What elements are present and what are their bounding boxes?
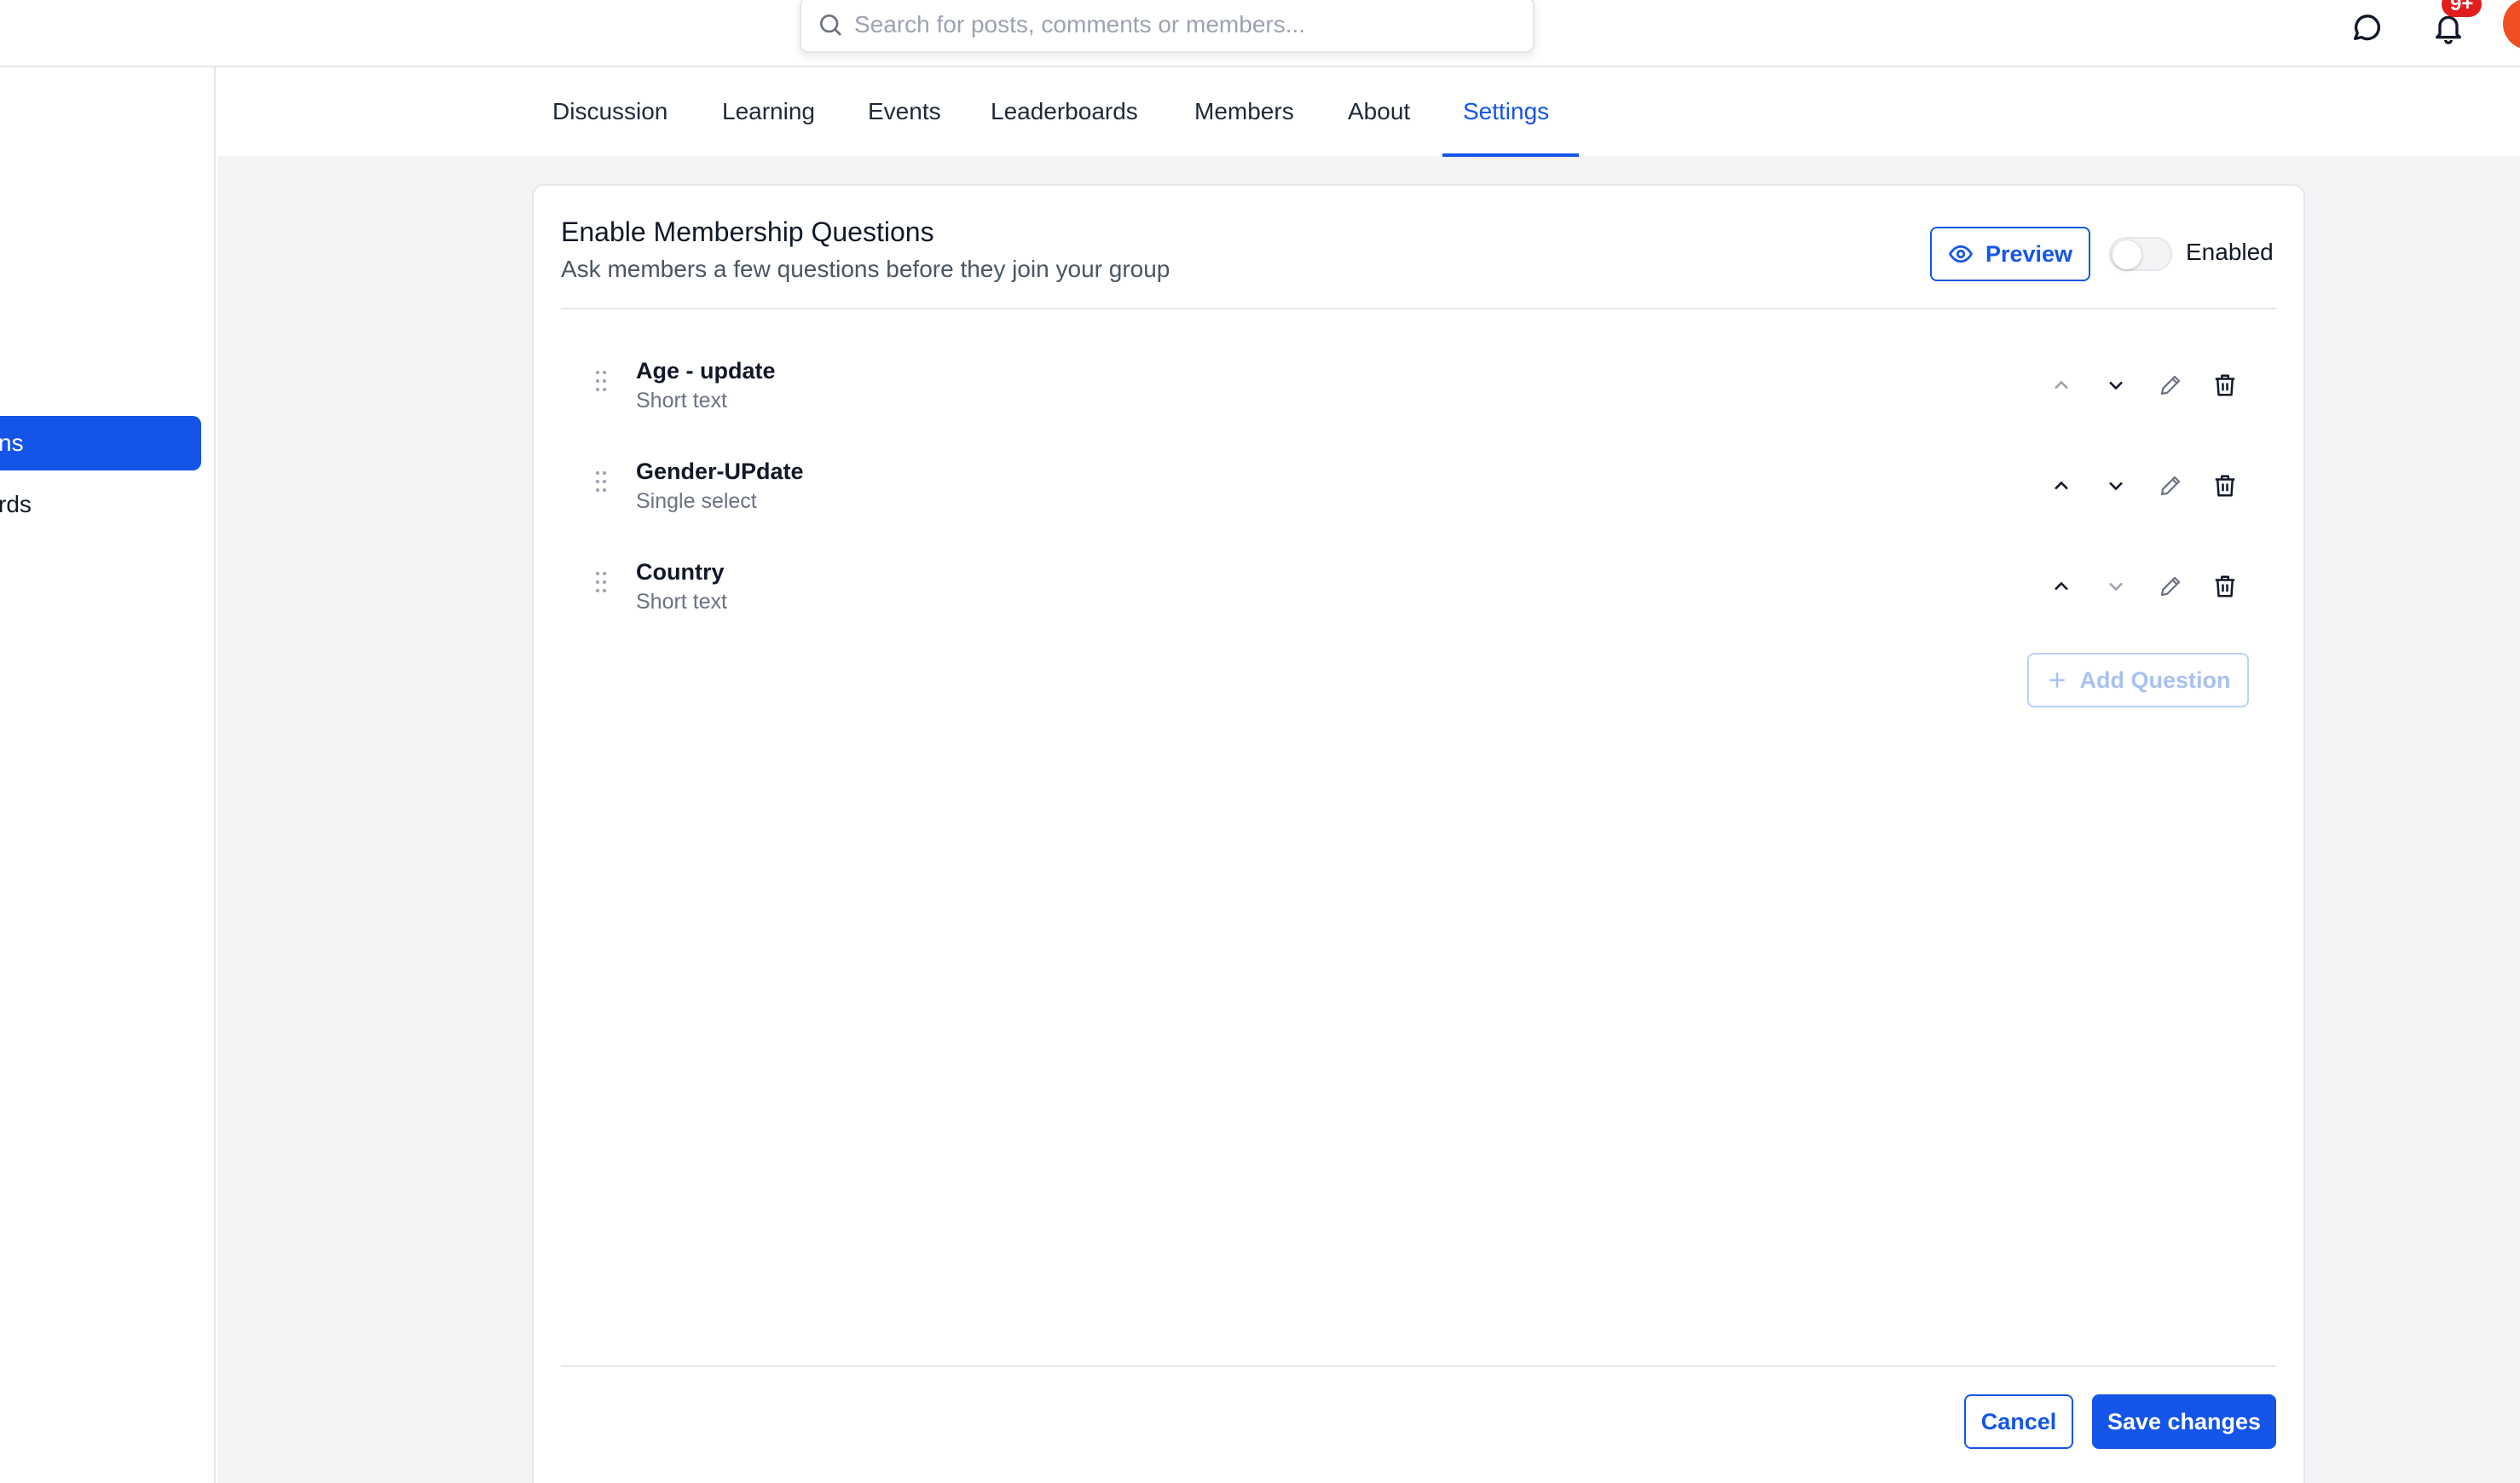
tab-learning[interactable]: Learning [722, 67, 815, 156]
pencil-icon [2160, 576, 2181, 597]
chat-button[interactable] [2343, 3, 2390, 51]
notification-badge: 9+ [2442, 0, 2482, 17]
sidebar-item-label: ns [0, 430, 24, 456]
drag-handle-icon[interactable] [595, 569, 607, 595]
tab-events[interactable]: Events [868, 67, 941, 156]
chevron-down-icon [2109, 482, 2123, 491]
drag-handle-icon[interactable] [595, 469, 607, 494]
search-bar[interactable] [800, 0, 1535, 53]
sidebar-item-leaderboards[interactable]: rds [0, 477, 201, 532]
move-down-button[interactable] [2097, 366, 2135, 404]
header-divider [561, 308, 2276, 309]
move-up-button[interactable] [2043, 467, 2080, 505]
chevron-down-icon [2109, 582, 2123, 591]
search-input[interactable] [854, 11, 1519, 38]
eye-icon [1948, 245, 1973, 263]
sidebar-item-membership-questions[interactable]: ns [0, 416, 201, 470]
footer-divider [561, 1365, 2276, 1367]
question-row: Age - update Short text [563, 343, 2251, 428]
cancel-button[interactable]: Cancel [1964, 1394, 2073, 1449]
question-title: Age - update [636, 358, 776, 384]
edit-button[interactable] [2152, 366, 2189, 404]
card-title: Enable Membership Questions [561, 216, 934, 247]
tab-settings[interactable]: Settings [1463, 67, 1549, 156]
delete-button[interactable] [2206, 568, 2244, 605]
tab-discussion[interactable]: Discussion [552, 67, 668, 156]
delete-button[interactable] [2206, 467, 2244, 505]
question-type: Short text [636, 389, 727, 413]
preview-button[interactable]: Preview [1930, 227, 2090, 281]
question-type: Single select [636, 489, 757, 513]
question-type: Short text [636, 590, 727, 614]
move-up-button[interactable] [2043, 366, 2080, 404]
chat-icon [2354, 14, 2380, 41]
card-subtitle: Ask members a few questions before they … [561, 256, 1170, 282]
edit-button[interactable] [2152, 568, 2189, 605]
move-up-button[interactable] [2043, 568, 2080, 605]
search-icon [820, 14, 841, 36]
chevron-up-icon [2055, 481, 2068, 490]
trash-icon [2215, 475, 2235, 497]
save-changes-button[interactable]: Save changes [2092, 1394, 2276, 1449]
tab-about[interactable]: About [1348, 67, 1410, 156]
pencil-icon [2160, 476, 2181, 496]
move-down-button[interactable] [2097, 568, 2135, 605]
delete-button[interactable] [2206, 366, 2244, 404]
sidebar [0, 67, 216, 1483]
trash-icon [2215, 575, 2235, 597]
question-row: Country Short text [563, 544, 2251, 629]
question-title: Country [636, 559, 725, 585]
preview-label: Preview [1985, 240, 2073, 267]
drag-handle-icon[interactable] [595, 368, 607, 394]
add-question-button[interactable]: Add Question [2027, 653, 2249, 707]
chevron-down-icon [2109, 381, 2123, 390]
move-down-button[interactable] [2097, 467, 2135, 505]
toggle-label: Enabled [2186, 239, 2274, 265]
tab-leaderboards[interactable]: Leaderboards [991, 67, 1138, 156]
pencil-icon [2160, 375, 2181, 395]
sidebar-item-label: rds [0, 491, 32, 517]
chevron-up-icon [2055, 581, 2068, 591]
active-tab-indicator [1442, 153, 1579, 157]
tab-members[interactable]: Members [1194, 67, 1294, 156]
question-title: Gender-UPdate [636, 459, 804, 484]
plus-icon [2049, 672, 2065, 688]
question-row: Gender-UPdate Single select [563, 443, 2251, 528]
edit-button[interactable] [2152, 467, 2189, 505]
add-question-label: Add Question [2079, 666, 2231, 693]
chevron-up-icon [2055, 380, 2068, 390]
toggle-knob [2113, 240, 2141, 269]
trash-icon [2215, 374, 2235, 396]
